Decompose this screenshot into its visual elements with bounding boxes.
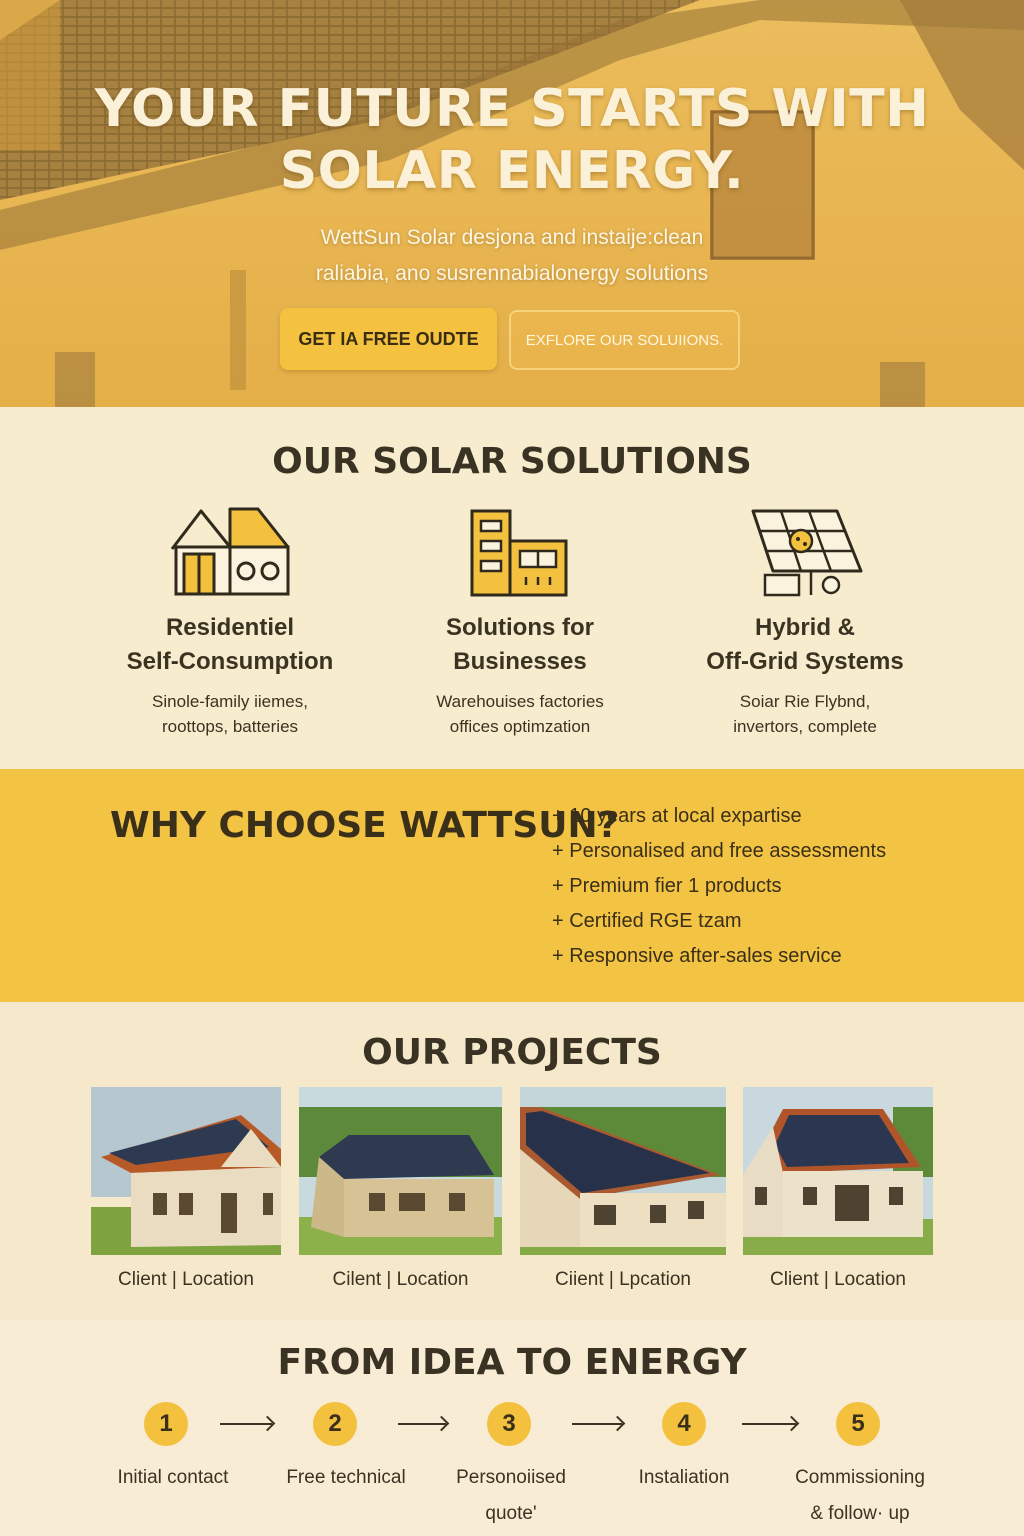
explore-solutions-button[interactable]: EXFLORE OUR SOLUIIONS. — [509, 310, 740, 370]
why-list-item: + Responsive after-sales service — [552, 945, 842, 967]
solution-description: Sinole-family iiemes, roottops, batterie… — [80, 689, 380, 739]
step-number-badge: 4 — [662, 1402, 706, 1446]
step-number-badge: 3 — [487, 1402, 531, 1446]
projects-section: OUR PROJECTS Client | Location Cilent | … — [0, 1002, 1024, 1320]
why-list-item: + Certified RGE tzam — [552, 910, 742, 932]
step-label: Initial contact — [88, 1460, 258, 1496]
project-caption: Client | Location — [770, 1269, 906, 1290]
step-label: Commissioning & follow· up — [775, 1460, 945, 1532]
arrow-right-icon — [742, 1423, 796, 1425]
why-list-item: + 10 years at local expartise — [552, 805, 802, 827]
solution-title-line1: Residentiel — [165, 614, 295, 641]
hero-subtitle-line1: WettSun Solar desjona and instaije:clean — [320, 226, 704, 249]
solution-card-businesses[interactable]: Solutions for Businesses Warehouises fac… — [370, 507, 670, 739]
solution-desc-line1: Sinole-family iiemes, — [152, 692, 308, 711]
why-list-item: + Personalised and free assessments — [552, 840, 887, 862]
solution-title-line2: Off-Grid Systems — [706, 648, 904, 675]
step-number-badge: 5 — [836, 1402, 880, 1446]
step-label: Instaliation — [599, 1460, 769, 1496]
solution-title-line2: Self-Consumption — [126, 648, 334, 675]
solution-card-residential[interactable]: Residentiel Self-Consumption Sinole-fami… — [80, 507, 380, 739]
solutions-section: OUR SOLAR SOLUTIONS Residentiel Self-Con… — [0, 407, 1024, 769]
step-number-badge: 2 — [313, 1402, 357, 1446]
step-label-line1: Commissioning — [795, 1467, 925, 1488]
process-section: FROM IDEA TO ENERGY 1 2 3 4 5 Initial co… — [0, 1320, 1024, 1536]
house-icon — [170, 507, 290, 596]
solution-title-line2: Businesses — [453, 648, 587, 675]
step-label: Free technical — [261, 1460, 431, 1496]
project-caption: Client | Location — [118, 1269, 254, 1290]
solution-desc-line1: Warehouises factories — [436, 692, 604, 711]
solutions-title: OUR SOLAR SOLUTIONS — [272, 441, 752, 482]
solution-desc-line2: roottops, batteries — [161, 717, 299, 736]
project-caption: Cilent | Location — [332, 1269, 469, 1290]
get-free-quote-button[interactable]: GET IA FREE OUDTE — [280, 308, 497, 370]
step-label-line1: Personoiised — [456, 1467, 566, 1488]
solution-desc-line2: invertors, complete — [733, 717, 877, 736]
hero-subtitle-line2: raliabia, ano susrennabialonergy solutio… — [315, 262, 709, 285]
project-card[interactable]: Client | Location — [743, 1087, 933, 1291]
solution-title-line1: Solutions for — [446, 614, 594, 641]
solution-title: Residentiel Self-Consumption — [80, 611, 380, 679]
hero-title-line1: YOUR FUTURE STARTS WITH — [94, 79, 930, 139]
solution-title: Solutions for Businesses — [370, 611, 670, 679]
project-photo — [743, 1087, 933, 1255]
hero-subtitle: WettSun Solar desjona and instaije:clean… — [0, 220, 1024, 292]
building-icon — [470, 509, 568, 597]
why-choose-section: WHY CHOOSE WATTSUN? + 10 years at local … — [0, 769, 1024, 1002]
hero-title: YOUR FUTURE STARTS WITH SOLAR ENERGY. — [0, 78, 1024, 202]
step-label-line1: Free technical — [286, 1467, 406, 1488]
solar-panel-icon — [751, 509, 863, 597]
project-card[interactable]: Cilent | Location — [299, 1087, 502, 1291]
arrow-right-icon — [220, 1423, 272, 1425]
solution-description: Warehouises factories offices optimzatio… — [370, 689, 670, 739]
solution-desc-line1: Soiar Rie Flybnd, — [739, 692, 871, 711]
hero-title-line2: SOLAR ENERGY. — [279, 141, 745, 201]
hero-section: YOUR FUTURE STARTS WITH SOLAR ENERGY. We… — [0, 0, 1024, 407]
project-photo — [299, 1087, 502, 1255]
project-photo — [91, 1087, 281, 1255]
project-caption: Ciient | Lpcation — [555, 1269, 691, 1290]
solution-description: Soiar Rie Flybnd, invertors, complete — [655, 689, 955, 739]
solution-title-line1: Hybrid & — [754, 614, 855, 641]
step-label-line2: quote' — [485, 1503, 537, 1524]
arrow-right-icon — [572, 1423, 622, 1425]
arrow-right-icon — [398, 1423, 446, 1425]
solution-title: Hybrid & Off-Grid Systems — [655, 611, 955, 679]
solution-card-hybrid[interactable]: Hybrid & Off-Grid Systems Soiar Rie Flyb… — [655, 507, 955, 739]
why-title: WHY CHOOSE WATTSUN? — [110, 805, 619, 846]
step-number-badge: 1 — [144, 1402, 188, 1446]
project-card[interactable]: Ciient | Lpcation — [520, 1087, 726, 1291]
why-list-item: + Premium fier 1 products — [552, 875, 782, 897]
projects-title: OUR PROJECTS — [362, 1032, 662, 1073]
step-label: Personoiised quote' — [426, 1460, 596, 1532]
project-card[interactable]: Client | Location — [91, 1087, 281, 1291]
step-label-line2: & follow· up — [810, 1503, 910, 1524]
step-label-line1: Instaliation — [638, 1467, 730, 1488]
project-photo — [520, 1087, 726, 1255]
process-title: FROM IDEA TO ENERGY — [277, 1342, 747, 1383]
step-label-line1: Initial contact — [117, 1467, 229, 1488]
solution-desc-line2: offices optimzation — [449, 717, 591, 736]
why-list: + 10 years at local expartise + Personal… — [552, 799, 886, 974]
